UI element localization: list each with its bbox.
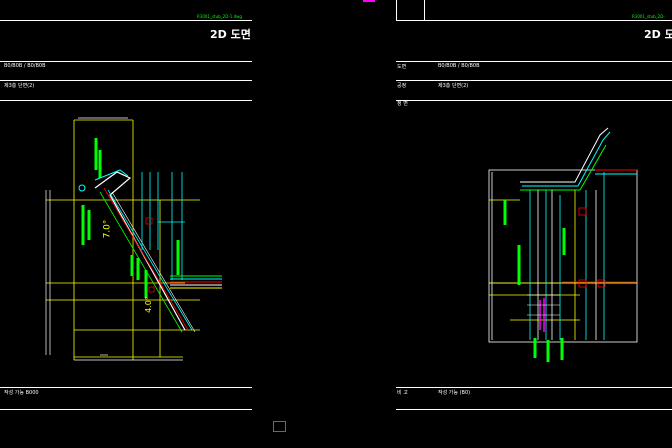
viewport-selection-box[interactable]	[273, 421, 286, 432]
right-cad-drawing	[488, 127, 638, 362]
ucs-marker	[363, 0, 375, 2]
